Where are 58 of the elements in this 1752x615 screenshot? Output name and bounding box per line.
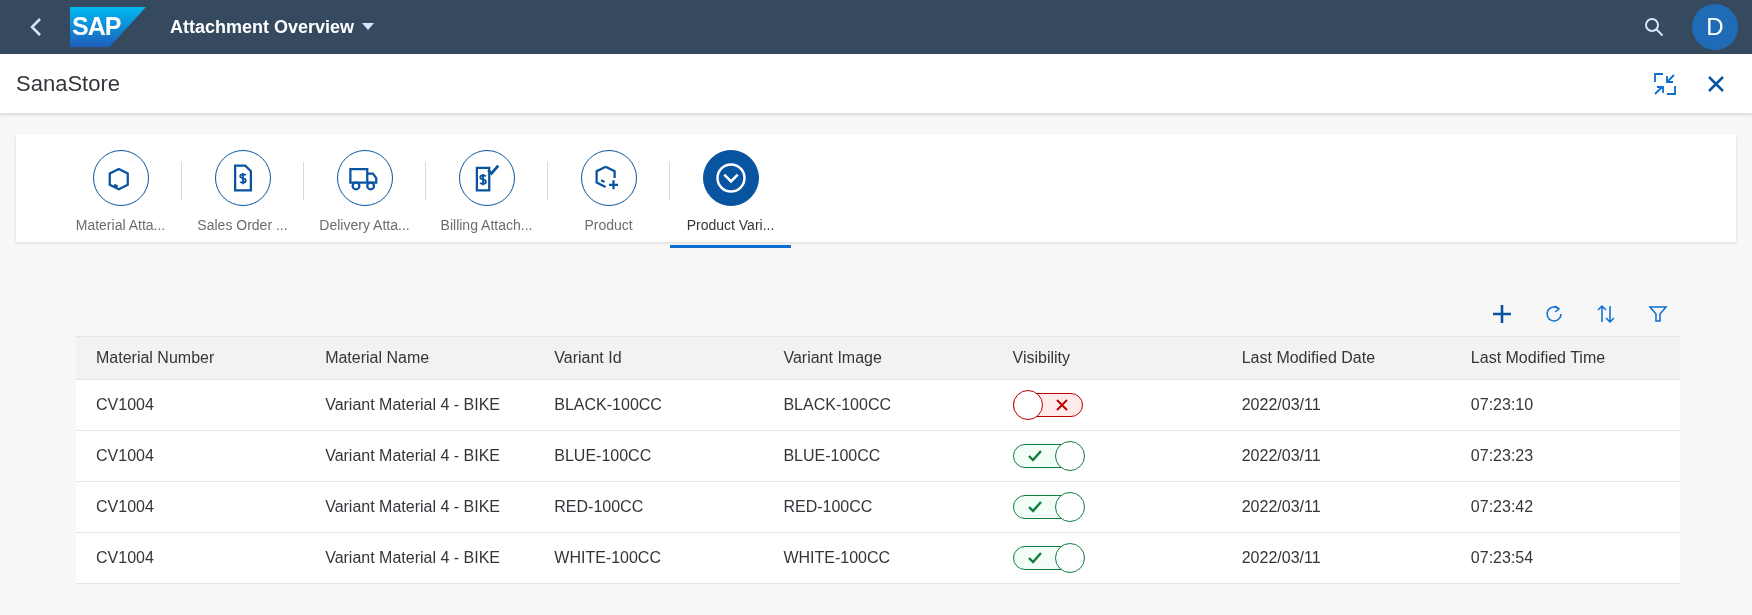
table-cell: 2022/03/11 xyxy=(1221,430,1451,482)
table-cell: BLACK-100CC xyxy=(763,379,993,431)
avatar-button[interactable]: D xyxy=(1692,4,1738,50)
table-cell: Variant Material 4 - BIKE xyxy=(305,532,535,584)
column-header: Variant Id xyxy=(534,336,764,380)
table-cell: WHITE-100CC xyxy=(534,532,764,584)
table-cell: 07:23:10 xyxy=(1450,379,1680,431)
table-cell: 07:23:23 xyxy=(1450,430,1680,482)
table-cell: Variant Material 4 - BIKE xyxy=(305,379,535,431)
column-header: Material Number xyxy=(76,336,306,380)
dropdown-caret-icon xyxy=(362,23,375,31)
collapse-icon xyxy=(1654,72,1676,95)
tab[interactable]: Sales Order ... xyxy=(182,150,303,248)
table-cell: 2022/03/11 xyxy=(1221,532,1451,584)
visibility-switch[interactable] xyxy=(1012,544,1085,572)
table-cell: Variant Material 4 - BIKE xyxy=(305,430,535,482)
refresh-icon xyxy=(1544,304,1564,324)
table-cell: BLACK-100CC xyxy=(534,379,764,431)
tab[interactable]: Delivery Atta... xyxy=(304,150,425,248)
column-header: Material Name xyxy=(305,336,535,380)
add-icon xyxy=(1492,304,1512,324)
tab[interactable]: Billing Attach... xyxy=(426,150,547,248)
check-icon xyxy=(1027,501,1042,513)
table-cell: RED-100CC xyxy=(763,481,993,533)
check-icon xyxy=(1027,552,1042,564)
table-cell: CV1004 xyxy=(76,532,306,584)
tab[interactable]: Product xyxy=(548,150,669,248)
visibility-switch[interactable] xyxy=(1012,391,1085,419)
page-title: SanaStore xyxy=(16,70,120,98)
table-cell: CV1004 xyxy=(76,481,306,533)
tab[interactable]: Product Vari... xyxy=(670,150,791,248)
cross-icon xyxy=(1055,399,1068,411)
table-cell: BLUE-100CC xyxy=(534,430,764,482)
table-cell: 07:23:54 xyxy=(1450,532,1680,584)
search-icon xyxy=(1644,17,1664,37)
column-header: Last Modified Time xyxy=(1450,336,1680,380)
check-icon xyxy=(1027,450,1042,462)
column-header: Last Modified Date xyxy=(1221,336,1451,380)
table-cell: Variant Material 4 - BIKE xyxy=(305,481,535,533)
table-cell: 07:23:42 xyxy=(1450,481,1680,533)
table-cell: CV1004 xyxy=(76,430,306,482)
visibility-switch[interactable] xyxy=(1012,442,1085,470)
table-cell: 2022/03/11 xyxy=(1221,379,1451,431)
close-icon xyxy=(1708,75,1724,92)
table-cell: CV1004 xyxy=(76,379,306,431)
table-cell: BLUE-100CC xyxy=(763,430,993,482)
table-cell: RED-100CC xyxy=(534,481,764,533)
app-title-menu[interactable]: Attachment Overview xyxy=(170,13,375,41)
table-cell: WHITE-100CC xyxy=(763,532,993,584)
filter-icon xyxy=(1648,304,1668,324)
column-header: Visibility xyxy=(992,336,1222,380)
sort-icon xyxy=(1596,304,1616,324)
visibility-switch[interactable] xyxy=(1012,493,1085,521)
tab[interactable]: Material Atta... xyxy=(60,150,181,248)
logo: SAP xyxy=(70,7,146,47)
back-icon xyxy=(30,17,42,37)
table-cell: 2022/03/11 xyxy=(1221,481,1451,533)
column-header: Variant Image xyxy=(763,336,993,380)
